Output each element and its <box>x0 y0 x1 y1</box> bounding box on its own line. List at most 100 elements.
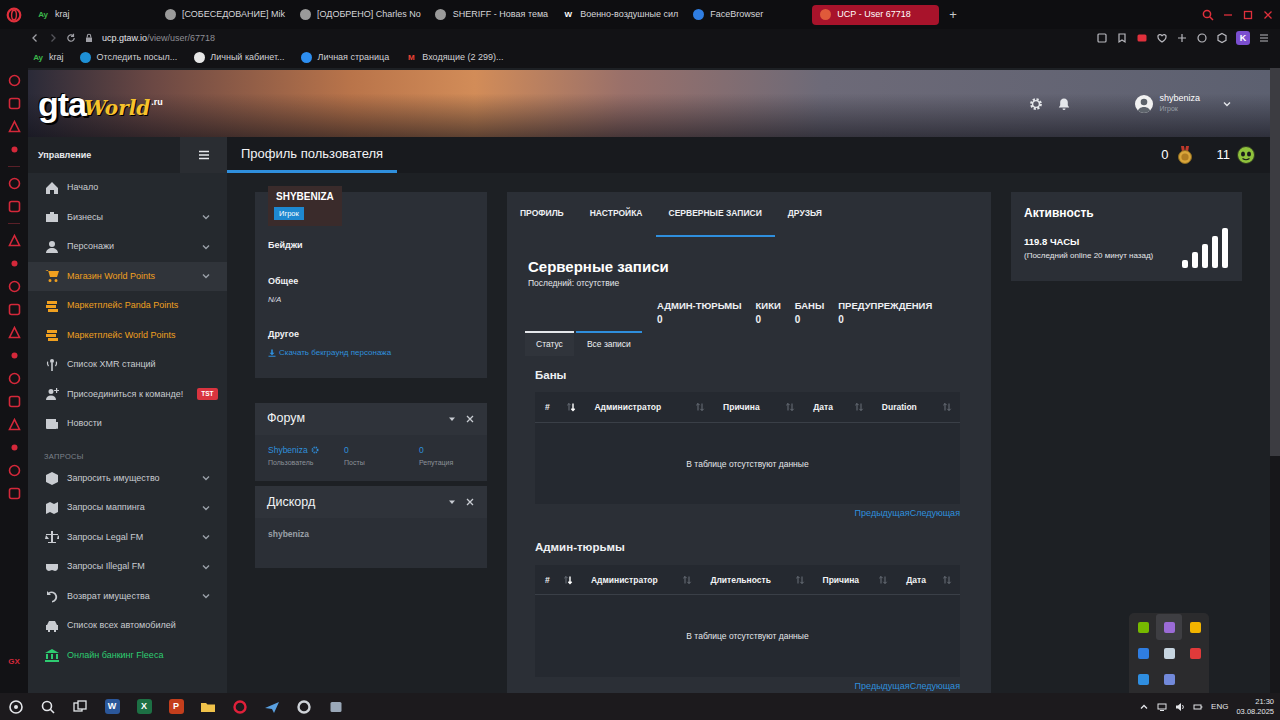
sidebar-app-icon[interactable] <box>8 372 21 385</box>
nav-link[interactable]: Запросы маппинга <box>44 500 145 515</box>
subtab-label[interactable]: Статус <box>536 339 563 349</box>
app-glyph[interactable]: X <box>141 701 147 712</box>
app-icon[interactable] <box>328 699 344 715</box>
hamburger-icon[interactable] <box>198 150 210 160</box>
toolbar-icon[interactable] <box>1116 32 1128 44</box>
sort-icon[interactable] <box>566 402 576 412</box>
chevron-down-icon[interactable] <box>201 271 211 281</box>
tray-item[interactable] <box>1182 614 1208 640</box>
app-icon[interactable] <box>296 699 312 715</box>
tab-label[interactable]: kraj <box>55 9 70 20</box>
bookmark[interactable]: Aykraj <box>32 52 64 64</box>
nav-item[interactable]: Новости <box>28 409 227 439</box>
tray-item[interactable] <box>1156 666 1182 692</box>
browser-tab[interactable]: SHERIFF - Новая тема <box>428 5 555 25</box>
sidebar-app-icon[interactable] <box>8 234 21 247</box>
nav-item[interactable]: Магазин World Points <box>28 262 227 292</box>
sidebar-app-icon[interactable] <box>8 303 21 316</box>
prev-button[interactable]: Предыдущая <box>855 681 910 692</box>
prev-button[interactable]: Предыдущая <box>855 508 910 519</box>
sort-icon[interactable] <box>942 402 952 412</box>
chevron-down-icon[interactable] <box>201 562 211 572</box>
tab-label[interactable]: UCP - User 67718 <box>837 9 910 20</box>
column-header[interactable]: Дата <box>896 565 960 595</box>
taskbar-app[interactable] <box>256 693 288 720</box>
nav-item[interactable]: Маркетплейс World Points <box>28 321 227 351</box>
taskbar-app[interactable] <box>224 693 256 720</box>
tray-item[interactable] <box>1156 614 1182 640</box>
app-icon[interactable]: P <box>169 699 184 714</box>
app-glyph[interactable]: P <box>173 701 179 712</box>
column-header[interactable]: Длительность <box>700 565 812 595</box>
counter-value[interactable]: 11 <box>1217 147 1231 163</box>
nav-link[interactable]: Возврат имущества <box>44 589 150 604</box>
column-label[interactable]: Дата <box>813 402 833 412</box>
sidebar-app-icon[interactable] <box>8 177 21 190</box>
sidebar-app-icon[interactable] <box>8 280 21 293</box>
profile-tab[interactable]: ПРОФИЛЬ <box>507 192 577 237</box>
column-label[interactable]: # <box>545 402 550 412</box>
browser-tab[interactable]: [СОБЕСЕДОВАНИЕ] Mik <box>157 5 292 25</box>
reload-icon[interactable] <box>66 33 76 43</box>
profile-tab[interactable]: НАСТРОЙКА <box>577 192 656 237</box>
url-path[interactable]: /view/user/67718 <box>147 33 215 44</box>
sort-icon[interactable] <box>785 402 795 412</box>
tray-item[interactable] <box>1156 640 1182 666</box>
nav-link[interactable]: Магазин World Points <box>44 269 155 284</box>
app-icon[interactable] <box>232 699 248 715</box>
nav-link[interactable]: Бизнесы <box>44 210 103 225</box>
network-icon[interactable] <box>1157 702 1167 712</box>
taskbar-app[interactable]: W <box>96 693 128 720</box>
taskbar-app[interactable]: X <box>128 693 160 720</box>
user-menu[interactable]: shybenizaИгрок <box>1135 93 1232 113</box>
column-label[interactable]: # <box>545 575 550 585</box>
battery-icon[interactable] <box>1193 702 1203 712</box>
browser-tab[interactable]: [ОДОБРЕНО] Charles No <box>292 5 428 25</box>
column-header[interactable]: Причина <box>813 565 897 595</box>
records-subtab[interactable]: Статус <box>525 331 574 356</box>
counter[interactable]: 0 <box>1161 145 1194 165</box>
language-indicator[interactable]: ENG <box>1211 702 1228 712</box>
sort-icon[interactable] <box>563 575 573 585</box>
scrollbar-thumb[interactable] <box>1270 68 1280 456</box>
sidebar-app-icon[interactable] <box>8 143 21 156</box>
tab-label[interactable]: Военно-воздушные сил <box>580 9 678 20</box>
chevron-down-icon[interactable] <box>201 242 211 252</box>
app-icon[interactable] <box>200 699 216 715</box>
download-link[interactable]: Скачать бекграунд персонажа <box>268 348 474 358</box>
sidebar-app-icon[interactable] <box>8 97 21 110</box>
clock-time[interactable]: 21:30 <box>1236 697 1274 706</box>
tab-label[interactable]: [СОБЕСЕДОВАНИЕ] Mik <box>182 9 285 20</box>
nav-link[interactable]: Список XMR станций <box>44 357 156 372</box>
tab-label[interactable]: [ОДОБРЕНО] Charles No <box>317 9 421 20</box>
volume-icon[interactable] <box>1175 702 1185 712</box>
close-icon[interactable] <box>1262 9 1274 21</box>
tab-label[interactable]: ПРОФИЛЬ <box>520 208 564 218</box>
column-label[interactable]: Дата <box>906 575 926 585</box>
chevron-down-icon[interactable] <box>1222 99 1232 109</box>
start-icon[interactable] <box>8 699 24 715</box>
sort-icon[interactable] <box>942 575 952 585</box>
next-button[interactable]: Следующая <box>910 508 960 519</box>
app-icon[interactable] <box>264 699 280 715</box>
nav-item[interactable]: Запросы Illegal FM <box>28 552 227 582</box>
username[interactable]: shybeniza <box>1159 93 1200 104</box>
column-header[interactable]: Duration <box>872 392 960 422</box>
app-icon[interactable]: W <box>105 699 120 714</box>
close-icon[interactable] <box>466 498 474 506</box>
sidebar-app-icon[interactable] <box>8 395 21 408</box>
nav-label[interactable]: Возврат имущества <box>67 591 150 602</box>
sidebar-app-icon[interactable] <box>8 326 21 339</box>
column-label[interactable]: Администратор <box>591 575 658 585</box>
column-header[interactable]: # <box>535 565 581 595</box>
logo-text[interactable]: World <box>84 98 150 118</box>
app-glyph[interactable]: W <box>108 701 117 712</box>
menu-icon[interactable] <box>1258 32 1270 44</box>
nav-link[interactable]: Запросы Illegal FM <box>44 559 145 574</box>
sidebar-app-icon[interactable] <box>8 200 21 213</box>
clock[interactable]: 21:3003.08.2025 <box>1236 697 1274 716</box>
nav-item[interactable]: Персонажи <box>28 232 227 262</box>
nav-link[interactable]: Начало <box>44 180 98 195</box>
nav-item[interactable]: Список XMR станций <box>28 350 227 380</box>
nav-label[interactable]: Онлайн банкинг Fleeca <box>67 650 163 661</box>
